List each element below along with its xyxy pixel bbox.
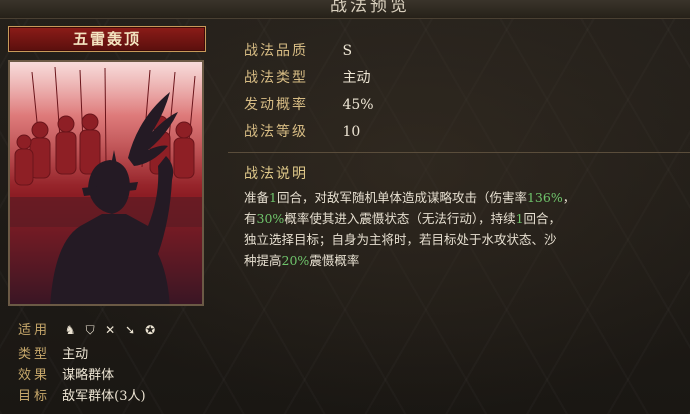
shield-icon: ⛉ xyxy=(85,323,95,337)
window-title: 战法预览 xyxy=(330,0,410,16)
stat-quality-label: 战法品质 xyxy=(244,43,308,59)
stat-probability-label: 发动概率 xyxy=(244,97,308,113)
info-effect-row: 效果 谋略群体 xyxy=(18,364,114,383)
general-silhouette-art xyxy=(10,62,202,304)
target-value: 敌军群体(3人) xyxy=(62,389,146,404)
card-art xyxy=(8,60,204,306)
target-label: 目标 xyxy=(18,389,51,404)
tactic-preview-panel: 战法预览 五雷轰顶 适用 ♞ ⛉ ✕ ➘ ✪ 类型 主动 效果 谋略群体 目标 … xyxy=(0,0,690,414)
stat-level-value: 10 xyxy=(342,124,361,140)
stat-type-label: 战法类型 xyxy=(244,70,308,86)
description-line-4: 种提高20%震慑概率 xyxy=(244,253,360,268)
info-target-row: 目标 敌军群体(3人) xyxy=(18,385,146,404)
description-text: 准备1回合，对敌军随机单体造成谋略攻击（伤害率136%， 有30%概率使其进入震… xyxy=(244,187,690,271)
title-strip: 战法预览 xyxy=(0,0,690,19)
info-applicable-row: 适用 ♞ ⛉ ✕ ➘ ✪ xyxy=(18,319,162,338)
description-line-1: 准备1回合，对敌军随机单体造成谋略攻击（伤害率136%， xyxy=(244,190,576,205)
description-line-3: 独立选择目标；自身为主将时，若目标处于水攻状态、沙 xyxy=(244,232,557,247)
crossbow-icon: ✕ xyxy=(105,323,116,337)
type-label: 类型 xyxy=(18,347,51,362)
stat-type-value: 主动 xyxy=(342,70,371,86)
cavalry-icon: ♞ xyxy=(64,323,76,337)
gear-icon: ✪ xyxy=(145,323,156,337)
info-type-row: 类型 主动 xyxy=(18,343,88,362)
description-line-2: 有30%概率使其进入震慑状态（无法行动），持续1回合， xyxy=(244,211,562,226)
description-title: 战法说明 xyxy=(244,166,308,182)
section-divider xyxy=(228,152,690,153)
stat-probability-row: 发动概率 45% xyxy=(244,94,374,114)
applicable-label: 适用 xyxy=(18,323,51,338)
effect-value: 谋略群体 xyxy=(62,368,115,383)
stat-level-row: 战法等级 10 xyxy=(244,121,360,141)
spear-icon: ➘ xyxy=(125,323,136,337)
stat-quality-row: 战法品质 S xyxy=(244,40,352,60)
stat-type-row: 战法类型 主动 xyxy=(244,67,370,87)
stat-probability-value: 45% xyxy=(342,97,374,113)
effect-label: 效果 xyxy=(18,368,51,383)
type-value: 主动 xyxy=(62,347,89,362)
stat-level-label: 战法等级 xyxy=(244,124,308,140)
card-name: 五雷轰顶 xyxy=(72,30,141,48)
card-title-bar: 五雷轰顶 xyxy=(8,26,206,52)
stat-quality-value: S xyxy=(342,43,353,59)
applicable-icons: ♞ ⛉ ✕ ➘ ✪ xyxy=(62,323,162,338)
